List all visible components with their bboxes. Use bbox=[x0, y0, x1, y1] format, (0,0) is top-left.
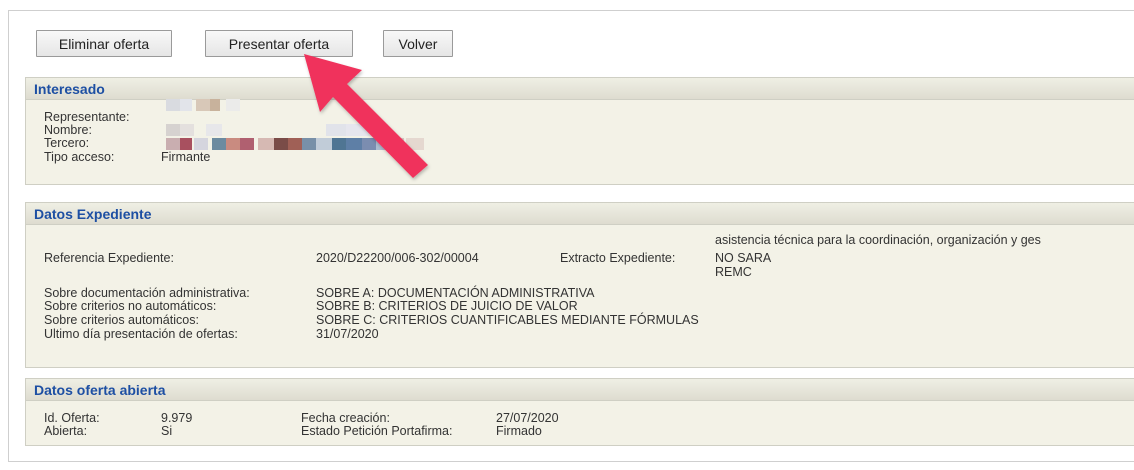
tipo-acceso-label: Tipo acceso: bbox=[44, 150, 115, 164]
oferta-panel-title: Datos oferta abierta bbox=[26, 379, 1134, 401]
sobre-auto-label: Sobre criterios automáticos: bbox=[44, 313, 199, 327]
expediente-panel: Datos Expediente Referencia Expediente: … bbox=[25, 202, 1134, 368]
tercero-label: Tercero: bbox=[44, 136, 90, 150]
abierta-value: Si bbox=[161, 424, 173, 438]
extracto-line3: REMC bbox=[715, 265, 752, 279]
delete-offer-button[interactable]: Eliminar oferta bbox=[36, 30, 172, 57]
sobre-no-auto-value: SOBRE B: CRITERIOS DE JUICIO DE VALOR bbox=[316, 299, 578, 313]
extracto-line2: NO SARA bbox=[715, 251, 772, 265]
estado-portafirma-label: Estado Petición Portafirma: bbox=[301, 424, 453, 438]
expediente-panel-title: Datos Expediente bbox=[26, 203, 1134, 225]
oferta-panel: Datos oferta abierta Id. Oferta: 9.979 A… bbox=[25, 378, 1134, 446]
tipo-acceso-value: Firmante bbox=[161, 150, 211, 164]
interesado-panel-title: Interesado bbox=[26, 78, 1134, 100]
estado-portafirma-value: Firmado bbox=[496, 424, 542, 438]
referencia-label: Referencia Expediente: bbox=[44, 251, 174, 265]
ultimo-dia-label: Ultimo día presentación de ofertas: bbox=[44, 327, 238, 341]
sobre-no-auto-label: Sobre criterios no automáticos: bbox=[44, 299, 217, 313]
extracto-line1: asistencia técnica para la coordinación,… bbox=[715, 233, 1041, 247]
referencia-value: 2020/D22200/006-302/00004 bbox=[316, 251, 479, 265]
ultimo-dia-value: 31/07/2020 bbox=[316, 327, 379, 341]
extracto-label: Extracto Expediente: bbox=[560, 251, 676, 265]
sobre-auto-value: SOBRE C: CRITERIOS CUANTIFICABLES MEDIAN… bbox=[316, 313, 699, 327]
annotation-arrow-icon bbox=[304, 54, 428, 178]
interesado-panel: Interesado Representante: Nombre: Tercer… bbox=[25, 77, 1134, 185]
abierta-label: Abierta: bbox=[44, 424, 88, 438]
